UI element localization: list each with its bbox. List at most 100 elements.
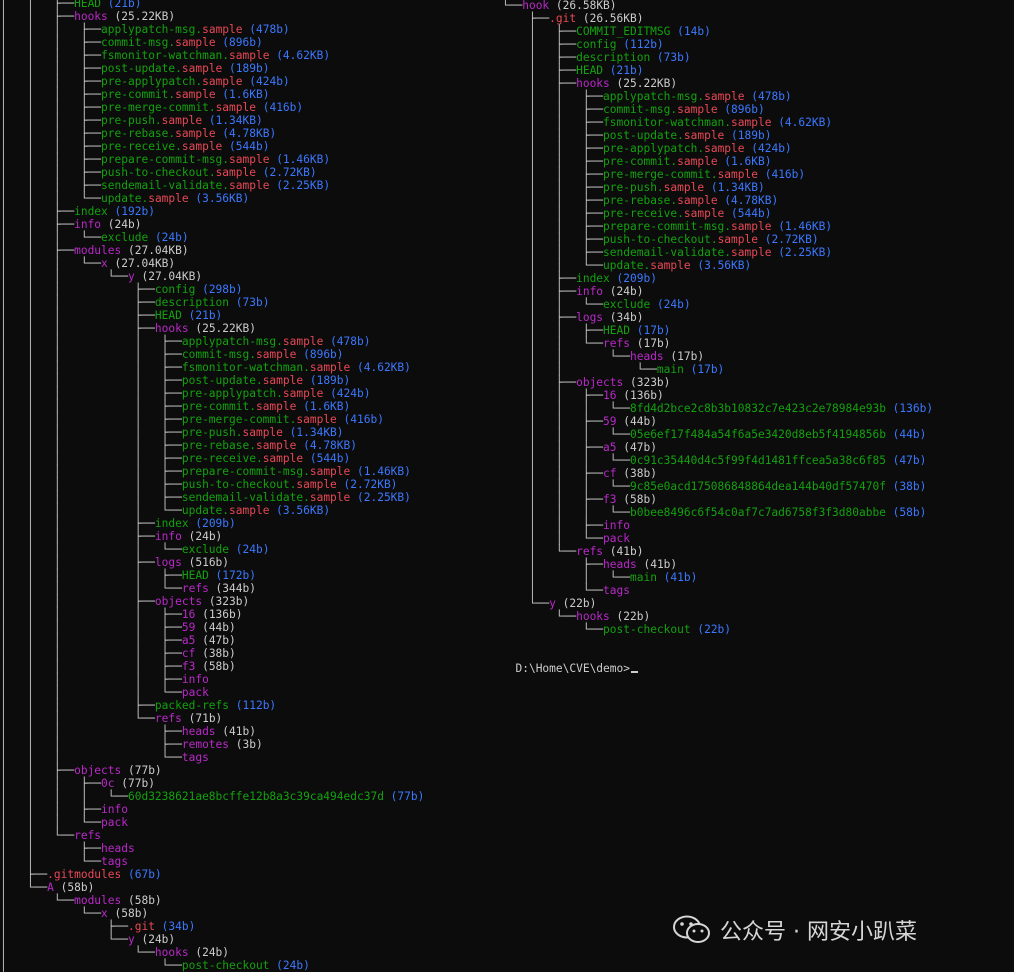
entry-size: (58b) [121,894,162,907]
entry-size: (2.25KB) [269,179,331,192]
file-name: COMMIT_EDITMSG [576,25,671,38]
tree-branch: │ │ └── [502,571,630,584]
tree-line: │ │ │ ├──heads (41b) [0,725,256,738]
entry-size: (544b) [303,452,351,465]
tree-line: │ │ ├──a5 (47b) [502,441,657,454]
tree-line: │ │ │ ├──fsmonitor-watchman.sample (4.62… [0,49,330,62]
entry-size: (44b) [885,428,927,441]
directory-name: pack [181,686,209,699]
entry-size: (47b) [616,441,657,454]
tree-branch: │ └── [0,894,75,907]
tree-line: │ │ ├──16 (136b) [502,389,664,402]
entry-size: (41b) [603,545,644,558]
entry-size: (896b) [717,103,765,116]
entry-size: (2.72KB) [255,166,317,179]
entry-size: (47b) [195,634,236,647]
tree-branch: │ │ │ ├── [0,62,102,75]
entry-size: (14b) [670,25,711,38]
tree-line: │ └──y (24b) [0,933,175,946]
tree-branch: │ │ │ │ └── [0,504,182,517]
entry-size: (58b) [195,660,236,673]
tree-branch: │ │ │ └── [502,480,630,493]
tree-branch: │ │ │ │ ├── [0,413,182,426]
file-name: prepare-commit-msg. [101,153,230,166]
file-name: pre-merge-commit. [181,413,297,426]
entry-size: (1.6KB) [296,400,351,413]
tree-line: │ │ ├──pre-receive.sample (544b) [502,207,772,220]
tree-line: │ │ ├──objects (77b) [0,764,162,777]
entry-size: (27.04KB) [134,270,203,283]
entry-size: (1.46KB) [269,153,331,166]
tree-line: │ │ │ └──y (27.04KB) [0,270,202,283]
entry-size: (209b) [609,272,657,285]
file-name: update. [181,504,230,517]
file-name: 9c85e0acd175086848864dea144b40df57470f [629,480,886,493]
directory-name: remotes [181,738,230,751]
tree-branch: │ │ ├── [502,194,604,207]
tree-branch: │ │ │ ├── [0,179,102,192]
tree-line: │ │ │ ├──hooks (25.22KB) [0,322,256,335]
file-ext: sample [262,374,304,387]
file-ext: sample [296,413,337,426]
tree-line: │ │ │ │ ├──a5 (47b) [0,634,236,647]
entry-size: (22b) [555,597,597,610]
tree-line: │ │ │ │ └──update.sample (3.56KB) [0,504,330,517]
entry-size: (67b) [121,868,162,881]
directory-name: 16 [603,389,617,402]
tree-line: │ │ │ └──exclude (24b) [0,231,189,244]
watermark-text: 公众号 · 网安小趴菜 [720,920,917,945]
tree-branch: │ │ │ ├── [0,803,102,816]
tree-branch: └── [502,610,577,623]
file-name: 0c91c35440d4c5f99f4d1481ffcea5a38c6f85 [629,454,886,467]
tree-line: └──post-checkout (22b) [502,623,731,636]
directory-name: info [603,519,630,532]
tree-branch: │ │ └── [0,829,75,842]
tree-line: │ │ │ │ ├──applypatch-msg.sample (478b) [0,335,370,348]
tree-line: │ └──hooks (24b) [0,946,229,959]
tree-branch: │ │ │ └── [502,506,630,519]
file-name: applypatch-msg. [101,23,203,36]
directory-name: info [576,285,604,298]
tree-line: │ ├──.gitmodules (67b) [0,868,162,881]
directory-name: info [74,218,102,231]
directory-name: pack [101,816,128,829]
tree-line: │ │ │ └──9c85e0acd175086848864dea144b40d… [502,480,926,493]
tree-branch: │ │ │ ├── [0,322,155,335]
entry-size: (24b) [229,543,270,556]
file-name: prepare-commit-msg. [603,220,732,233]
tree-line: │ │ │ └──0c91c35440d4c5f99f4d1481ffcea5a… [502,454,926,467]
file-name: post-update. [603,129,684,142]
entry-size: (136b) [195,608,243,621]
directory-name: hooks [154,322,189,335]
file-name: push-to-checkout. [603,233,718,246]
tree-line: │ │ ├──HEAD (21b) [0,0,141,10]
entry-size: (896b) [296,348,344,361]
entry-size: (478b) [242,23,290,36]
entry-size: (3b) [229,738,263,751]
tree-branch: │ │ │ │ ├── [0,348,182,361]
tree-branch: │ ├── [0,920,128,933]
tree-line: │ │ │ │ ├──fsmonitor-watchman.sample (4.… [0,361,411,374]
entry-size: (17b) [630,337,671,350]
entry-size: (298b) [195,283,243,296]
entry-size: (4.78KB) [296,439,357,452]
tree-branch: │ │ ├── [502,246,604,259]
directory-name: y [127,270,135,283]
tree-branch: │ │ │ │ ├── [0,426,182,439]
entry-size: (424b) [242,75,290,88]
tree-branch: │ │ └── [0,855,102,868]
file-name: post-update. [181,374,263,387]
entry-size: (34b) [154,920,196,933]
entry-size: (38b) [616,467,657,480]
tree-branch: │ │ │ └── [0,270,128,283]
entry-size: (424b) [323,387,371,400]
entry-size: (4.62KB) [269,49,331,62]
entry-size: (24b) [269,959,310,972]
file-name: pre-push. [101,114,162,127]
file-name: pre-applypatch. [181,387,283,400]
directory-name: a5 [603,441,617,454]
command-prompt[interactable]: D:\Home\CVE\demo> [502,649,638,675]
file-name: prepare-commit-msg. [181,465,310,478]
file-ext: sample [717,233,758,246]
directory-name: hooks [154,946,189,959]
